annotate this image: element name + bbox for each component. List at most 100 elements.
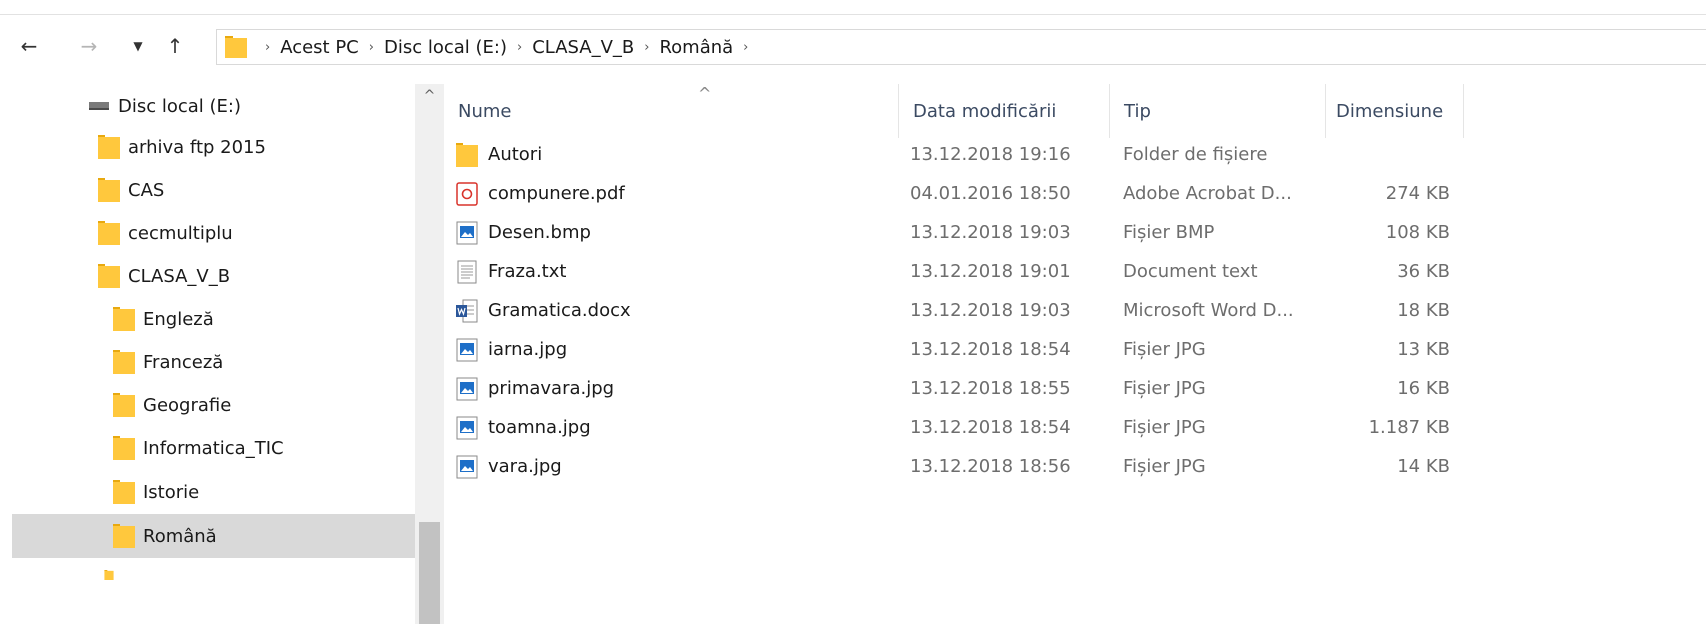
- scroll-up-button[interactable]: ^: [415, 84, 444, 108]
- file-type: Folder de fișiere: [1123, 144, 1268, 165]
- column-header-type[interactable]: Tip: [1110, 84, 1326, 138]
- file-name-cell: Fraza.txt: [456, 252, 566, 291]
- file-name: compunere.pdf: [488, 183, 625, 204]
- word-icon: [456, 299, 478, 322]
- file-size: [1326, 135, 1450, 174]
- arrow-up-icon: ↑: [166, 34, 184, 58]
- recent-locations-button[interactable]: ▼: [128, 31, 148, 61]
- forward-button[interactable]: →: [74, 31, 104, 61]
- file-row-primavara-jpg[interactable]: primavara.jpg 13.12.2018 18:55 Fișier JP…: [444, 369, 1706, 408]
- file-name: toamna.jpg: [488, 417, 591, 438]
- arrow-left-icon: ←: [20, 34, 38, 58]
- sidebar-item-partial[interactable]: [12, 570, 415, 590]
- sidebar-item-label: Engleză: [143, 308, 214, 330]
- address-bar[interactable]: › Acest PC › Disc local (E:) › CLASA_V_B…: [216, 29, 1706, 65]
- sidebar-item-label: Informatica_TIC: [143, 437, 284, 459]
- sidebar-item-cecmultiplu[interactable]: cecmultiplu: [12, 211, 415, 255]
- breadcrumb-clasa-v-b[interactable]: CLASA_V_B: [532, 37, 634, 58]
- file-size: 13 KB: [1397, 339, 1450, 360]
- drive-icon: [89, 102, 109, 110]
- file-name-cell: vara.jpg: [456, 447, 562, 486]
- sidebar-item-informatica-tic[interactable]: Informatica_TIC: [12, 426, 415, 470]
- folder-icon: [113, 524, 135, 548]
- sidebar-item-label: CAS: [128, 179, 165, 201]
- folder-icon: [98, 178, 120, 202]
- sidebar-item-arhiva-ftp-2015[interactable]: arhiva ftp 2015: [12, 125, 415, 169]
- file-date: 13.12.2018 19:03: [910, 222, 1071, 243]
- image-icon: [456, 221, 478, 244]
- sidebar-item-istorie[interactable]: Istorie: [12, 470, 415, 514]
- file-name: vara.jpg: [488, 456, 562, 477]
- file-size: 108 KB: [1385, 222, 1450, 243]
- breadcrumb-disc-local[interactable]: Disc local (E:): [384, 37, 507, 58]
- column-header-name[interactable]: Nume: [444, 84, 898, 138]
- folder-icon: [113, 350, 135, 374]
- sidebar-item-cas[interactable]: CAS: [12, 168, 415, 212]
- up-button[interactable]: ↑: [160, 31, 190, 61]
- file-name: Fraza.txt: [488, 261, 567, 282]
- sidebar-item-disc-local[interactable]: Disc local (E:): [12, 84, 415, 128]
- file-name: iarna.jpg: [488, 339, 568, 360]
- chevron-right-icon[interactable]: ›: [644, 40, 649, 55]
- sidebar-scrollbar[interactable]: ^: [415, 84, 444, 624]
- folder-icon: [113, 307, 135, 331]
- file-type: Fișier JPG: [1123, 417, 1206, 438]
- file-name: Desen.bmp: [488, 222, 591, 243]
- sidebar-item-geografie[interactable]: Geografie: [12, 383, 415, 427]
- file-row-fraza-txt[interactable]: Fraza.txt 13.12.2018 19:01 Document text…: [444, 252, 1706, 291]
- folder-icon: [98, 264, 120, 288]
- file-row-iarna-jpg[interactable]: iarna.jpg 13.12.2018 18:54 Fișier JPG 13…: [444, 330, 1706, 369]
- navigation-pane: Disc local (E:) arhiva ftp 2015 CAS cecm…: [0, 84, 420, 624]
- file-row-autori[interactable]: Autori 13.12.2018 19:16 Folder de fișier…: [444, 135, 1706, 174]
- file-date: 04.01.2016 18:50: [910, 183, 1071, 204]
- pdf-icon: [456, 181, 478, 206]
- back-button[interactable]: ←: [14, 31, 44, 61]
- chevron-right-icon[interactable]: ›: [743, 40, 748, 55]
- sidebar-item-engleza[interactable]: Engleză: [12, 297, 415, 341]
- image-icon: [456, 338, 478, 361]
- folder-icon: [104, 570, 114, 580]
- file-size: 274 KB: [1385, 183, 1450, 204]
- file-name-cell: Autori: [456, 135, 542, 174]
- caret-up-icon: ^: [423, 88, 436, 104]
- file-row-toamna-jpg[interactable]: toamna.jpg 13.12.2018 18:54 Fișier JPG 1…: [444, 408, 1706, 447]
- text-file-icon: [457, 260, 477, 283]
- file-type: Adobe Acrobat D...: [1123, 183, 1292, 204]
- sidebar-item-romana[interactable]: Română: [12, 514, 415, 558]
- file-row-compunere-pdf[interactable]: compunere.pdf 04.01.2016 18:50 Adobe Acr…: [444, 174, 1706, 213]
- chevron-right-icon[interactable]: ›: [369, 40, 374, 55]
- file-name-cell: toamna.jpg: [456, 408, 591, 447]
- scrollbar-thumb[interactable]: [419, 522, 440, 624]
- file-name: Autori: [488, 144, 543, 165]
- file-size: 18 KB: [1397, 300, 1450, 321]
- sidebar-item-franceza[interactable]: Franceză: [12, 340, 415, 384]
- file-type: Fișier JPG: [1123, 456, 1206, 477]
- folder-icon: [98, 221, 120, 245]
- file-size: 36 KB: [1397, 261, 1450, 282]
- file-type: Microsoft Word D...: [1123, 300, 1294, 321]
- file-row-vara-jpg[interactable]: vara.jpg 13.12.2018 18:56 Fișier JPG 14 …: [444, 447, 1706, 486]
- file-name-cell: compunere.pdf: [456, 174, 625, 213]
- folder-icon: [113, 480, 135, 504]
- chevron-right-icon[interactable]: ›: [517, 40, 522, 55]
- sidebar-item-label: Geografie: [143, 394, 232, 416]
- file-size: 1.187 KB: [1368, 417, 1450, 438]
- folder-icon: [98, 135, 120, 159]
- sidebar-item-label: CLASA_V_B: [128, 265, 231, 287]
- file-row-gramatica-docx[interactable]: Gramatica.docx 13.12.2018 19:03 Microsof…: [444, 291, 1706, 330]
- column-header-date[interactable]: Data modificării: [898, 84, 1110, 138]
- image-icon: [456, 455, 478, 478]
- breadcrumb-acest-pc[interactable]: Acest PC: [280, 37, 359, 58]
- file-date: 13.12.2018 18:56: [910, 456, 1071, 477]
- file-name-cell: primavara.jpg: [456, 369, 614, 408]
- chevron-down-icon: ▼: [133, 39, 143, 53]
- file-row-desen-bmp[interactable]: Desen.bmp 13.12.2018 19:03 Fișier BMP 10…: [444, 213, 1706, 252]
- file-type: Fișier JPG: [1123, 378, 1206, 399]
- column-header-size[interactable]: Dimensiune: [1326, 84, 1464, 138]
- file-type: Fișier BMP: [1123, 222, 1215, 243]
- file-date: 13.12.2018 19:16: [910, 144, 1071, 165]
- breadcrumb-romana[interactable]: Română: [659, 37, 733, 58]
- sidebar-item-clasa-v-b[interactable]: CLASA_V_B: [12, 254, 415, 298]
- folder-icon: [225, 36, 247, 58]
- file-date: 13.12.2018 19:03: [910, 300, 1071, 321]
